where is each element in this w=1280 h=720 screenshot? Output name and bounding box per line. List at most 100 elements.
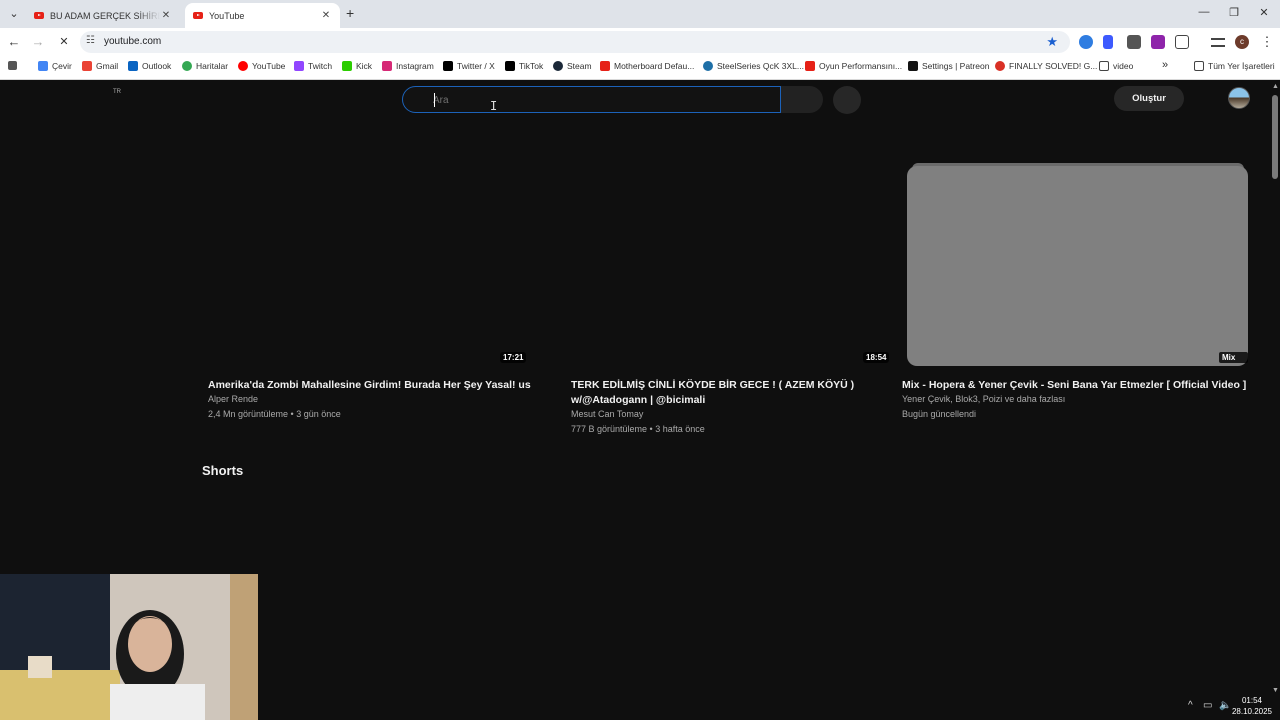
bookmark-folder-video[interactable]: video — [1099, 61, 1133, 71]
bookmark-cevir[interactable]: Çevir — [38, 61, 72, 71]
youtube-favicon-icon — [193, 12, 203, 19]
youtube-icon — [600, 61, 610, 71]
folder-icon — [1194, 61, 1204, 71]
browser-menu-icon[interactable]: ⋮ — [1259, 34, 1275, 50]
text-caret — [434, 93, 435, 107]
all-bookmarks-folder[interactable]: Tüm Yer İşaretleri — [1194, 61, 1275, 71]
gmail-icon — [82, 61, 92, 71]
stop-loading-icon[interactable]: ✕ — [56, 34, 72, 50]
duration-badge: 18:54 — [863, 352, 890, 363]
bookmark-tiktok[interactable]: TikTok — [505, 61, 543, 71]
tray-chevron-icon[interactable]: ^ — [1188, 700, 1193, 711]
duration-badge: 17:21 — [500, 352, 527, 363]
webcam-image — [0, 574, 258, 720]
bookmark-oyun[interactable]: Oyun Performansını... — [805, 61, 902, 71]
voice-search-button[interactable] — [833, 86, 861, 114]
mix-thumbnail[interactable] — [907, 166, 1248, 366]
shorts-heading: Shorts — [202, 463, 244, 478]
bookmark-youtube[interactable]: YouTube — [238, 61, 285, 71]
extension-icon[interactable] — [1079, 35, 1093, 49]
search-button[interactable] — [781, 86, 823, 113]
clock-date: 28.10.2025 — [1231, 707, 1272, 716]
folder-icon — [1099, 61, 1109, 71]
page-scrollbar[interactable]: ▲ ▼ — [1270, 81, 1280, 720]
maps-pin-icon — [182, 61, 192, 71]
instagram-icon — [382, 61, 392, 71]
minimize-icon[interactable]: — — [1194, 6, 1214, 18]
youtube-favicon-icon — [34, 12, 44, 19]
channel-name[interactable]: Mesut Can Tomay — [571, 409, 643, 419]
bookmark-motherboard[interactable]: Motherboard Defau... — [600, 61, 694, 71]
restore-icon[interactable]: ❐ — [1224, 6, 1244, 19]
tab-inactive[interactable]: BU ADAM GERÇEK SİHİRBAZ! A ✕ — [26, 3, 180, 28]
bookmark-gmail[interactable]: Gmail — [82, 61, 118, 71]
site-info-icon[interactable]: ☷ — [86, 35, 95, 46]
bookmark-kick[interactable]: Kick — [342, 61, 372, 71]
bookmark-finally-solved[interactable]: FINALLY SOLVED! G... — [995, 61, 1097, 71]
site-favicon-icon — [995, 61, 1005, 71]
x-icon — [443, 61, 453, 71]
video-thumbnail[interactable] — [568, 166, 910, 366]
translate-icon — [38, 61, 48, 71]
more-bookmarks-chevron-icon[interactable]: » — [1162, 59, 1168, 71]
channel-name[interactable]: Alper Rende — [208, 394, 258, 404]
steelseries-icon — [703, 61, 713, 71]
extension-icon[interactable] — [1127, 35, 1141, 49]
scroll-thumb[interactable] — [1272, 95, 1278, 179]
taskbar-clock[interactable]: 01:54 28.10.2025 — [1232, 695, 1272, 717]
scroll-up-arrow-icon[interactable]: ▲ — [1272, 83, 1279, 90]
forward-arrow-icon[interactable]: → — [30, 34, 46, 50]
search-input[interactable] — [433, 92, 753, 108]
url-text: youtube.com — [104, 36, 162, 47]
steam-icon — [553, 61, 563, 71]
clock-time: 01:54 — [1241, 696, 1262, 705]
webcam-overlay — [0, 574, 258, 720]
back-arrow-icon[interactable]: ← — [6, 34, 22, 50]
bookmark-patreon[interactable]: Settings | Patreon — [908, 61, 989, 71]
mix-badge: Mix — [1219, 352, 1248, 363]
extension-icon[interactable] — [1151, 35, 1165, 49]
new-tab-button[interactable]: + — [346, 6, 354, 20]
bookmarks-bar: Çevir Gmail Outlook Haritalar YouTube Tw… — [0, 56, 1280, 80]
tab-close-icon[interactable]: ✕ — [320, 10, 332, 21]
create-button[interactable]: Oluştur — [1114, 86, 1184, 111]
tiktok-icon — [505, 61, 515, 71]
avatar[interactable] — [1228, 87, 1250, 109]
video-thumbnail[interactable] — [205, 166, 547, 366]
volume-icon[interactable]: 🔈 — [1219, 700, 1231, 711]
network-icon[interactable]: ▭ — [1203, 700, 1212, 711]
tab-close-icon[interactable]: ✕ — [160, 10, 172, 21]
tab-active[interactable]: YouTube ✕ — [185, 3, 340, 28]
outlook-icon — [128, 61, 138, 71]
profile-avatar-icon[interactable]: c — [1235, 35, 1249, 49]
youtube-icon — [805, 61, 815, 71]
video-stats: 777 B görüntüleme • 3 hafta önce — [571, 424, 705, 434]
video-title[interactable]: Mix - Hopera & Yener Çevik - Seni Bana Y… — [902, 378, 1247, 393]
extensions-puzzle-icon[interactable] — [1175, 35, 1189, 49]
video-stats: Bugün güncellendi — [902, 409, 977, 419]
media-control-icon[interactable] — [1211, 38, 1225, 47]
bookmark-twitter[interactable]: Twitter / X — [443, 61, 495, 71]
address-bar[interactable]: ☷ youtube.com ★ — [80, 31, 1070, 53]
video-stats: 2,4 Mn görüntüleme • 3 gün önce — [208, 409, 341, 419]
bookmark-steam[interactable]: Steam — [553, 61, 592, 71]
bookmark-twitch[interactable]: Twitch — [294, 61, 332, 71]
bookmark-outlook[interactable]: Outlook — [128, 61, 171, 71]
channel-name[interactable]: Yener Çevik, Blok3, Poizi ve daha fazlas… — [902, 394, 1065, 404]
video-title[interactable]: Amerika'da Zombi Mahallesine Girdim! Bur… — [208, 378, 548, 393]
youtube-icon — [238, 61, 248, 71]
bookmark-star-icon[interactable]: ★ — [1046, 34, 1058, 50]
search-box[interactable] — [402, 86, 781, 113]
browser-toolbar: ← → ✕ ☷ youtube.com ★ c ⋮ — [0, 28, 1280, 56]
bookmark-haritalar[interactable]: Haritalar — [182, 61, 228, 71]
extension-icon[interactable] — [1103, 35, 1113, 49]
window-close-icon[interactable]: ✕ — [1254, 6, 1274, 19]
scroll-down-arrow-icon[interactable]: ▼ — [1272, 687, 1279, 694]
tab-search-chevron-icon[interactable]: ⌄ — [6, 6, 22, 22]
apps-grid-icon[interactable] — [8, 61, 21, 70]
video-title[interactable]: TERK EDİLMİŞ CİNLİ KÖYDE BİR GECE ! ( AZ… — [571, 378, 861, 408]
bookmark-instagram[interactable]: Instagram — [382, 61, 434, 71]
tab-strip: ⌄ BU ADAM GERÇEK SİHİRBAZ! A ✕ YouTube ✕… — [0, 0, 1280, 28]
kick-icon — [342, 61, 352, 71]
bookmark-steelseries[interactable]: SteelSeries QcK 3XL... — [703, 61, 804, 71]
